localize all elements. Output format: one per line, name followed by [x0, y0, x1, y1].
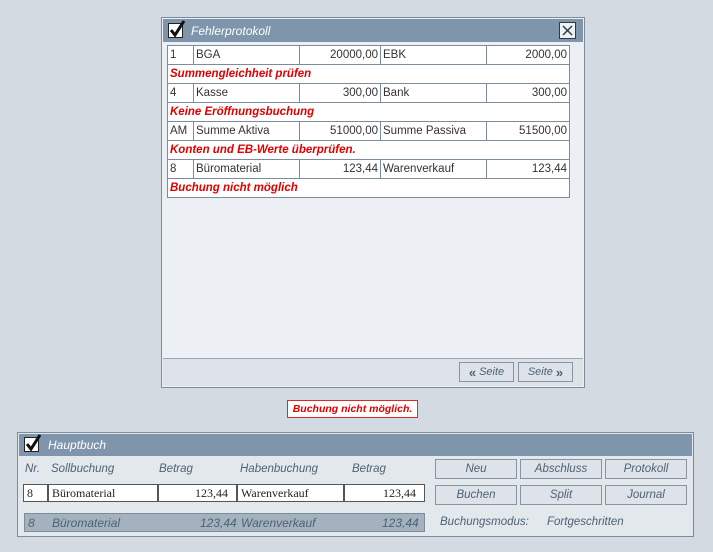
summary-soll: Büromaterial	[52, 516, 121, 530]
split-button[interactable]: Split	[520, 485, 602, 505]
closing-button[interactable]: Abschluss	[520, 459, 602, 479]
double-chevron-left-icon: «	[468, 364, 477, 380]
cell-haben: Bank	[380, 83, 487, 103]
table-row: 1 BGA 20000,00 EBK 2000,00	[167, 45, 570, 65]
error-row: Summengleichheit prüfen	[167, 64, 570, 84]
error-row: Buchung nicht möglich	[167, 178, 570, 198]
summary-haben: Warenverkauf	[241, 516, 316, 530]
cell-nr: AM	[167, 121, 194, 141]
table-row: 4 Kasse 300,00 Bank 300,00	[167, 83, 570, 103]
cell-haben-betrag: 2000,00	[486, 45, 570, 65]
status-message: Buchung nicht möglich.	[287, 400, 418, 418]
summary-haben-betrag: 123,44	[382, 516, 419, 530]
error-message: Konten und EB-Werte überprüfen.	[167, 140, 570, 160]
error-message: Summengleichheit prüfen	[167, 64, 570, 84]
header-soll-betrag: Betrag	[159, 463, 193, 475]
header-haben-betrag: Betrag	[352, 463, 386, 475]
cell-soll-betrag: 51000,00	[299, 121, 381, 141]
previous-page-label: Seite	[479, 366, 505, 378]
cell-soll-betrag: 123,44	[299, 159, 381, 179]
checkmark-icon	[168, 20, 186, 38]
header-nr: Nr.	[25, 463, 40, 475]
booking-mode-value: Fortgeschritten	[547, 516, 624, 528]
error-row: Keine Eröffnungsbuchung	[167, 102, 570, 122]
close-icon	[562, 25, 573, 36]
next-page-label: Seite	[527, 366, 553, 378]
haben-account-field[interactable]: Warenverkauf	[237, 484, 344, 502]
general-ledger-panel: Hauptbuch Nr. Sollbuchung Betrag Habenbu…	[17, 432, 694, 537]
cell-soll: Summe Aktiva	[193, 121, 300, 141]
cell-soll-betrag: 20000,00	[299, 45, 381, 65]
error-log-table: 1 BGA 20000,00 EBK 2000,00 Summengleichh…	[167, 45, 570, 198]
error-message: Keine Eröffnungsbuchung	[167, 102, 570, 122]
booking-mode-label: Buchungsmodus:	[440, 516, 529, 528]
dialog-title: Fehlerprotokoll	[191, 24, 271, 38]
cell-haben: EBK	[380, 45, 487, 65]
error-message: Buchung nicht möglich	[167, 178, 570, 198]
protocol-button[interactable]: Protokoll	[605, 459, 687, 479]
cell-haben: Summe Passiva	[380, 121, 487, 141]
previous-page-button[interactable]: « Seite	[459, 362, 514, 382]
header-haben: Habenbuchung	[240, 463, 319, 475]
table-row: 8 Büromaterial 123,44 Warenverkauf 123,4…	[167, 159, 570, 179]
journal-button[interactable]: Journal	[605, 485, 687, 505]
new-button[interactable]: Neu	[435, 459, 517, 479]
cell-haben: Warenverkauf	[380, 159, 487, 179]
error-log-dialog: Fehlerprotokoll 1 BGA 20000,00 EBK 2000,…	[161, 17, 585, 388]
haben-amount-field[interactable]: 123,44	[344, 484, 425, 502]
cell-haben-betrag: 51500,00	[486, 121, 570, 141]
checkmark-icon	[24, 434, 42, 452]
header-soll: Sollbuchung	[51, 463, 115, 475]
cell-nr: 1	[167, 45, 194, 65]
cell-soll-betrag: 300,00	[299, 83, 381, 103]
close-button[interactable]	[559, 22, 576, 39]
summary-soll-betrag: 123,44	[200, 516, 237, 530]
double-chevron-right-icon: »	[555, 364, 564, 380]
error-row: Konten und EB-Werte überprüfen.	[167, 140, 570, 160]
nr-field[interactable]: 8	[23, 484, 48, 502]
last-entry-summary: 8 Büromaterial 123,44 Warenverkauf 123,4…	[24, 513, 425, 532]
table-row: AM Summe Aktiva 51000,00 Summe Passiva 5…	[167, 121, 570, 141]
next-page-button[interactable]: Seite »	[518, 362, 573, 382]
cell-soll: Kasse	[193, 83, 300, 103]
cell-haben-betrag: 123,44	[486, 159, 570, 179]
cell-soll: BGA	[193, 45, 300, 65]
cell-soll: Büromaterial	[193, 159, 300, 179]
ledger-titlebar: Hauptbuch	[19, 434, 692, 456]
cell-nr: 8	[167, 159, 194, 179]
ledger-title: Hauptbuch	[48, 438, 107, 452]
cell-haben-betrag: 300,00	[486, 83, 570, 103]
soll-account-field[interactable]: Büromaterial	[48, 484, 158, 502]
post-button[interactable]: Buchen	[435, 485, 517, 505]
cell-nr: 4	[167, 83, 194, 103]
summary-nr: 8	[28, 516, 35, 530]
dialog-titlebar[interactable]: Fehlerprotokoll	[163, 19, 583, 42]
dialog-footer: « Seite Seite »	[163, 358, 583, 386]
soll-amount-field[interactable]: 123,44	[158, 484, 237, 502]
